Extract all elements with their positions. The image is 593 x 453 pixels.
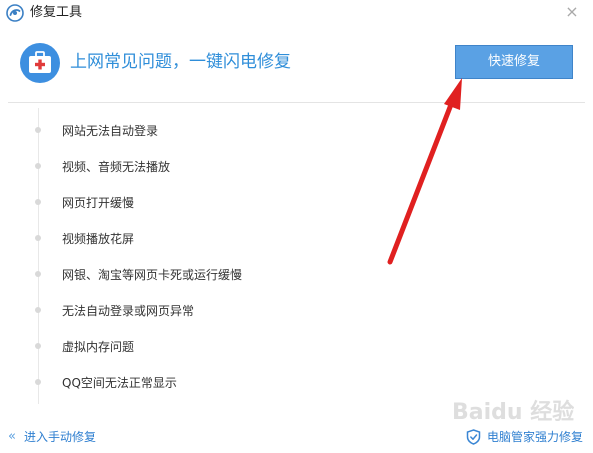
bullet-dot — [35, 271, 41, 277]
issue-text: QQ空间无法正常显示 — [62, 376, 177, 390]
watermark-text: Baidu 经验 — [452, 399, 574, 425]
first-aid-kit-icon — [20, 43, 60, 83]
issue-text: 无法自动登录或网页异常 — [62, 304, 195, 318]
list-item: 网站无法自动登录 — [34, 114, 434, 150]
manual-repair-label: 进入手动修复 — [23, 430, 96, 444]
bullet-dot — [35, 127, 41, 133]
bullet-dot — [35, 307, 41, 313]
list-item: 网银、淘宝等网页卡死或运行缓慢 — [34, 258, 434, 294]
bullet-dot — [35, 235, 41, 241]
issue-text: 网站无法自动登录 — [62, 124, 159, 138]
bullet-dot — [35, 343, 41, 349]
issue-text: 虚拟内存问题 — [62, 340, 135, 354]
bullet-dot — [35, 199, 41, 205]
pc-manager-repair-label: 电脑管家强力修复 — [486, 430, 583, 444]
bullet-dot — [35, 379, 41, 385]
app-logo-icon — [6, 4, 24, 22]
baidu-watermark: Baidu 经验 — [452, 399, 574, 425]
pc-manager-repair-link[interactable]: 电脑管家强力修复 — [466, 428, 583, 446]
close-icon[interactable]: × — [563, 3, 581, 21]
issue-text: 视频播放花屏 — [62, 232, 135, 246]
list-item: 无法自动登录或网页异常 — [34, 294, 434, 330]
shield-icon — [466, 429, 481, 445]
issue-text: 视频、音频无法播放 — [62, 160, 171, 174]
manual-repair-link[interactable]: « 进入手动修复 — [8, 428, 96, 446]
window-title: 修复工具 — [30, 5, 83, 20]
quick-fix-button[interactable]: 快速修复 — [455, 45, 573, 79]
list-item: 网页打开缓慢 — [34, 186, 434, 222]
issue-text: 网页打开缓慢 — [62, 196, 135, 210]
page-headline: 上网常见问题，一键闪电修复 — [70, 52, 291, 72]
header-divider — [8, 102, 585, 103]
double-chevron-left-icon: « — [8, 429, 16, 444]
issue-text: 网银、淘宝等网页卡死或运行缓慢 — [62, 268, 243, 282]
repair-tool-window: 修复工具 × 上网常见问题，一键闪电修复 快速修复 网站无法自动登录 视频、音频… — [0, 0, 593, 453]
list-item: 视频、音频无法播放 — [34, 150, 434, 186]
issue-list: 网站无法自动登录 视频、音频无法播放 网页打开缓慢 视频播放花屏 网银、淘宝等网… — [34, 114, 434, 402]
bullet-dot — [35, 163, 41, 169]
list-item: 视频播放花屏 — [34, 222, 434, 258]
title-bar: 修复工具 × — [0, 0, 593, 26]
list-item: 虚拟内存问题 — [34, 330, 434, 366]
list-item: QQ空间无法正常显示 — [34, 366, 434, 402]
